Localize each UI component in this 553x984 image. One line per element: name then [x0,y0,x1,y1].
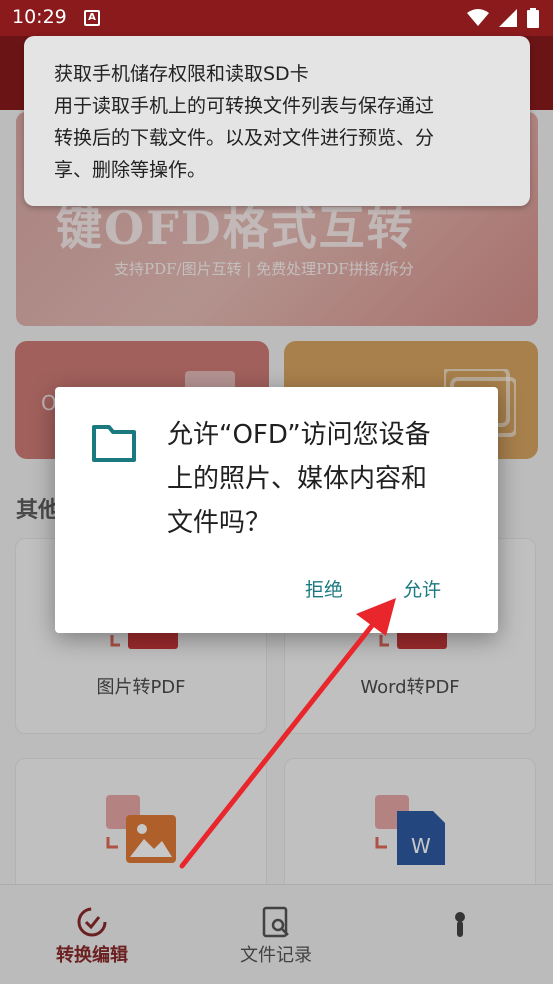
deny-button[interactable]: 拒绝 [305,575,343,602]
status-time: 10:29 [12,6,67,28]
signal-icon [499,9,517,27]
dialog-message-line: 上的照片、媒体内容和 [167,464,428,494]
tip-line: 享、删除等操作。 [54,159,207,181]
tip-line: 转换后的下载文件。以及对文件进行预览、分 [54,127,435,149]
permission-dialog: 允许“OFD”访问您设备 上的照片、媒体内容和 文件吗？ 拒绝 允许 [55,387,498,633]
app-notification-icon: A [84,10,100,26]
wifi-icon [467,9,489,26]
battery-icon [527,8,539,28]
tip-title: 获取手机储存权限和读取SD卡 [54,63,309,85]
dialog-message-line: 文件吗？ [167,508,272,538]
permission-explanation-card: 获取手机储存权限和读取SD卡 用于读取手机上的可转换文件列表与保存通过 转换后的… [24,36,530,206]
dialog-message: 允许“OFD”访问您设备 上的照片、媒体内容和 文件吗？ [167,413,477,545]
dialog-message-line: 允许“OFD”访问您设备 [167,420,431,450]
folder-icon [92,425,136,462]
allow-button[interactable]: 允许 [403,575,441,602]
status-icons [467,8,539,28]
tip-line: 用于读取手机上的可转换文件列表与保存通过 [54,95,435,117]
status-bar: 10:29 A [0,0,553,36]
